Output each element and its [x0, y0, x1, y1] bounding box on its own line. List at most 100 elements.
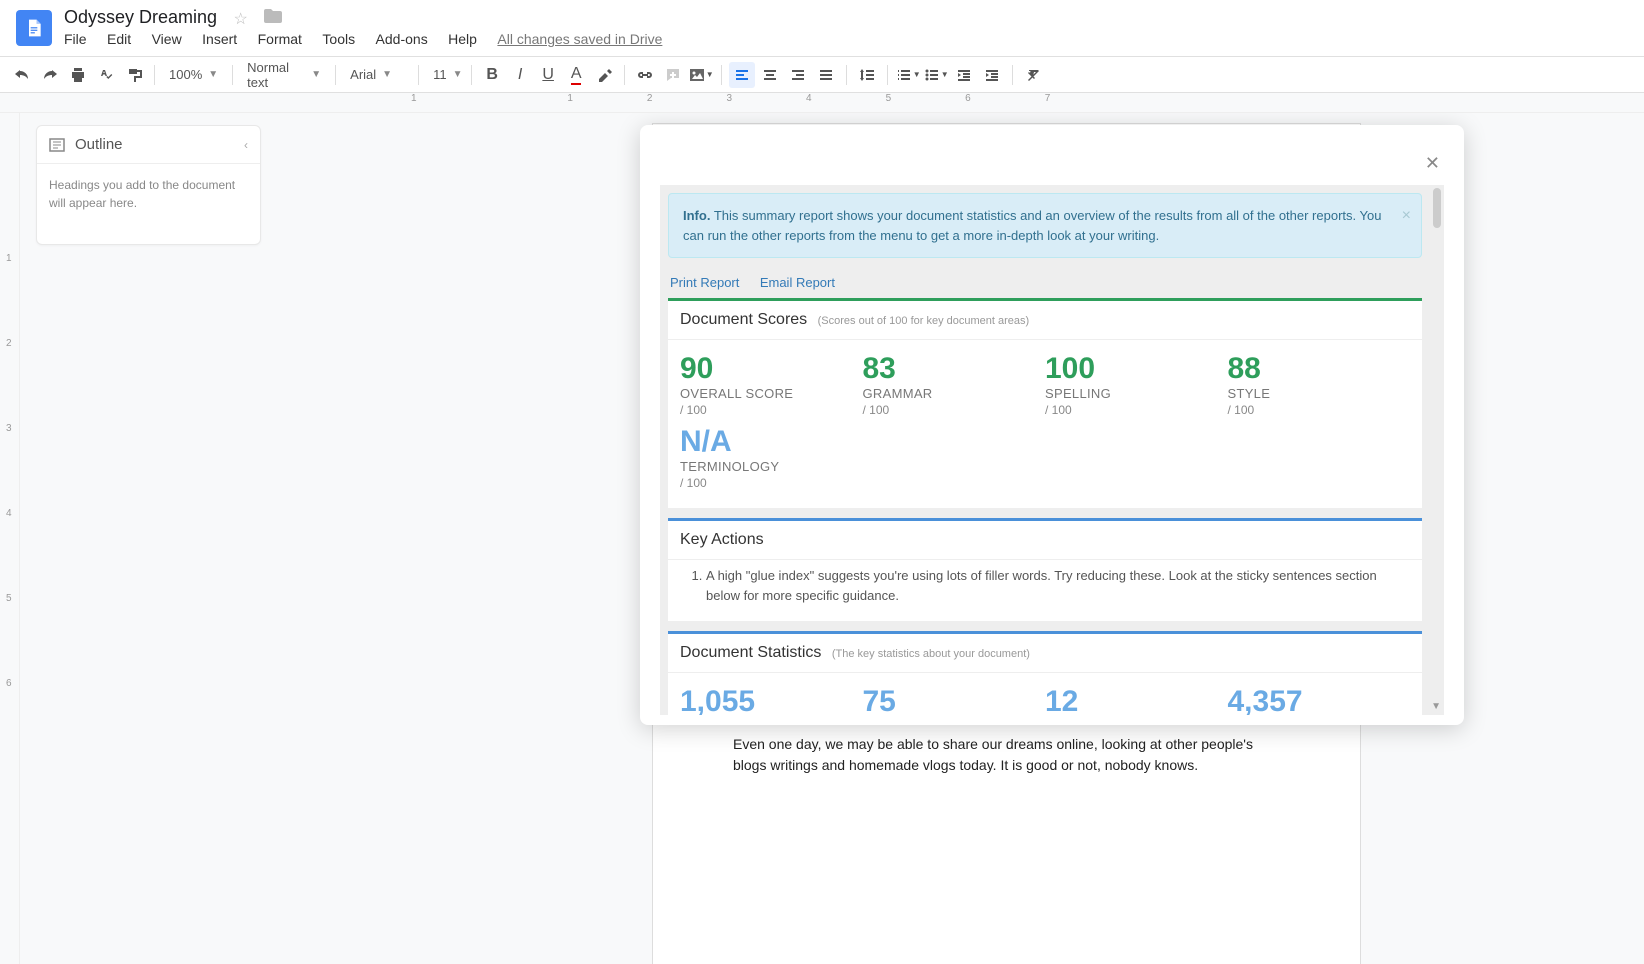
align-left-button[interactable]: [729, 62, 755, 88]
stat-card: 4,357CHARACTERS: [1228, 681, 1411, 715]
font-select[interactable]: Arial▼: [342, 62, 412, 88]
score-card: 83GRAMMAR / 100: [863, 348, 1046, 421]
stat-value: 12: [1045, 685, 1228, 715]
doc-title[interactable]: Odyssey Dreaming: [64, 7, 217, 28]
scores-header: Document Scores: [680, 311, 807, 328]
stats-header: Document Statistics: [680, 644, 821, 661]
score-value: 83: [863, 352, 1046, 386]
score-value: N/A: [680, 425, 863, 459]
horizontal-ruler[interactable]: 1 1234567: [0, 93, 1644, 113]
stats-sub: (The key statistics about your document): [832, 648, 1030, 660]
scrollbar-thumb[interactable]: [1433, 188, 1441, 228]
page-container: Even one day, we may be able to share ou…: [261, 113, 1644, 964]
underline-button[interactable]: U: [535, 62, 561, 88]
score-card: 88STYLE / 100: [1228, 348, 1411, 421]
outdent-button[interactable]: [951, 62, 977, 88]
undo-button[interactable]: [9, 62, 35, 88]
scores-sub: (Scores out of 100 for key document area…: [818, 315, 1030, 327]
score-card: 100SPELLING / 100: [1045, 348, 1228, 421]
header: Odyssey Dreaming ☆ File Edit View Insert…: [0, 0, 1644, 57]
stat-value: 4,357: [1228, 685, 1411, 715]
score-label: TERMINOLOGY: [680, 459, 863, 474]
score-denom: / 100: [1045, 403, 1228, 417]
print-button[interactable]: [65, 62, 91, 88]
indent-button[interactable]: [979, 62, 1005, 88]
score-card: N/ATERMINOLOGY / 100: [680, 421, 863, 494]
report-modal: ✕ ▼ × Info. This summary report shows yo…: [640, 125, 1464, 725]
score-label: GRAMMAR: [863, 386, 1046, 401]
comment-button[interactable]: [660, 62, 686, 88]
menu-tools[interactable]: Tools: [322, 31, 355, 47]
score-denom: / 100: [680, 403, 863, 417]
stat-card: 12PARAGRAPHS: [1045, 681, 1228, 715]
outline-collapse-icon[interactable]: ‹: [244, 138, 248, 152]
score-denom: / 100: [863, 403, 1046, 417]
redo-button[interactable]: [37, 62, 63, 88]
score-denom: / 100: [680, 476, 863, 490]
info-close-icon[interactable]: ×: [1402, 204, 1411, 228]
spellcheck-button[interactable]: [93, 62, 119, 88]
menu-help[interactable]: Help: [448, 31, 477, 47]
styles-select[interactable]: Normal text▼: [239, 62, 329, 88]
align-center-button[interactable]: [757, 62, 783, 88]
bulleted-list-button[interactable]: ▼: [923, 62, 949, 88]
action-item: A high "glue index" suggests you're usin…: [706, 566, 1410, 605]
actions-panel: Key Actions A high "glue index" suggests…: [668, 518, 1422, 621]
image-button[interactable]: ▼: [688, 62, 714, 88]
info-text: This summary report shows your document …: [683, 208, 1381, 243]
stats-grid: 1,055WORD COUNT75SENTENCES12PARAGRAPHS4,…: [680, 681, 1410, 715]
folder-icon[interactable]: [264, 9, 282, 28]
menubar: File Edit View Insert Format Tools Add-o…: [64, 31, 1628, 49]
text-color-button[interactable]: A: [563, 62, 589, 88]
menu-view[interactable]: View: [152, 31, 182, 47]
align-right-button[interactable]: [785, 62, 811, 88]
score-label: STYLE: [1228, 386, 1411, 401]
report-links: Print Report Email Report: [660, 266, 1430, 298]
link-button[interactable]: [632, 62, 658, 88]
page-text: Even one day, we may be able to share ou…: [733, 734, 1273, 776]
line-spacing-button[interactable]: [854, 62, 880, 88]
vertical-ruler[interactable]: 1 2 3 4 5 6: [0, 113, 20, 964]
score-value: 100: [1045, 352, 1228, 386]
score-denom: / 100: [1228, 403, 1411, 417]
outline-icon: [49, 137, 65, 153]
zoom-select[interactable]: 100%▼: [161, 62, 226, 88]
outline-empty-text: Headings you add to the document will ap…: [37, 164, 260, 224]
score-value: 88: [1228, 352, 1411, 386]
actions-header: Key Actions: [680, 531, 764, 548]
outline-panel: Outline ‹ Headings you add to the docume…: [36, 125, 261, 245]
stat-value: 75: [863, 685, 1046, 715]
stat-value: 1,055: [680, 685, 863, 715]
info-label: Info.: [683, 208, 710, 223]
score-label: OVERALL SCORE: [680, 386, 863, 401]
toolbar: 100%▼ Normal text▼ Arial▼ 11▼ B I U A ▼ …: [0, 57, 1644, 93]
email-report-link[interactable]: Email Report: [760, 275, 835, 290]
menu-format[interactable]: Format: [258, 31, 302, 47]
print-report-link[interactable]: Print Report: [670, 275, 739, 290]
docs-logo-icon[interactable]: [16, 10, 52, 46]
stat-card: 1,055WORD COUNT: [680, 681, 863, 715]
clear-formatting-button[interactable]: [1020, 62, 1046, 88]
align-justify-button[interactable]: [813, 62, 839, 88]
paint-format-button[interactable]: [121, 62, 147, 88]
main-area: 1 2 3 4 5 6 Outline ‹ Headings you add t…: [0, 113, 1644, 964]
italic-button[interactable]: I: [507, 62, 533, 88]
scroll-down-icon[interactable]: ▼: [1431, 701, 1441, 712]
score-value: 90: [680, 352, 863, 386]
scores-panel: Document Scores (Scores out of 100 for k…: [668, 298, 1422, 508]
save-status: All changes saved in Drive: [497, 31, 662, 47]
bold-button[interactable]: B: [479, 62, 505, 88]
menu-insert[interactable]: Insert: [202, 31, 237, 47]
menu-edit[interactable]: Edit: [107, 31, 131, 47]
star-icon[interactable]: ☆: [234, 9, 248, 29]
menu-file[interactable]: File: [64, 31, 87, 47]
score-card: 90OVERALL SCORE / 100: [680, 348, 863, 421]
numbered-list-button[interactable]: ▼: [895, 62, 921, 88]
stat-card: 75SENTENCES: [863, 681, 1046, 715]
menu-addons[interactable]: Add-ons: [376, 31, 428, 47]
action-list: A high "glue index" suggests you're usin…: [668, 560, 1422, 621]
fontsize-select[interactable]: 11▼: [425, 62, 465, 88]
close-icon[interactable]: ✕: [1425, 153, 1440, 174]
highlight-button[interactable]: [591, 62, 617, 88]
score-label: SPELLING: [1045, 386, 1228, 401]
